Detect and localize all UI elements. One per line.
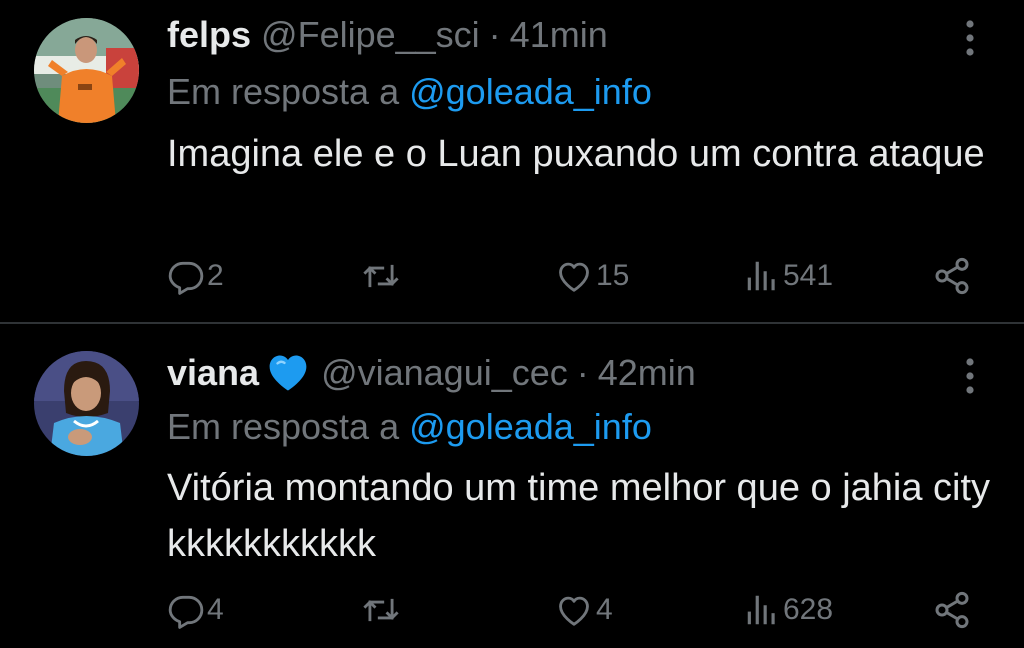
retweet-button[interactable]: [360, 588, 404, 632]
reply-to-link[interactable]: @goleada_info: [409, 406, 652, 447]
action-bar: 2 15 541: [0, 254, 1024, 298]
reply-context: Em resposta a @goleada_info: [167, 70, 652, 114]
more-options-icon[interactable]: [956, 16, 984, 60]
reply-context: Em resposta a @goleada_info: [167, 405, 652, 449]
reply-to-link[interactable]: @goleada_info: [409, 71, 652, 112]
tweet[interactable]: viana @vianagui_cec · 42min Em resposta …: [0, 324, 1024, 648]
share-icon: [935, 257, 969, 295]
retweet-icon: [363, 598, 399, 622]
like-button[interactable]: 15: [554, 254, 629, 298]
share-icon: [935, 591, 969, 629]
tweet[interactable]: felps @Felipe__sci · 41min Em resposta a…: [0, 0, 1024, 322]
share-button[interactable]: [932, 588, 972, 632]
display-name[interactable]: viana: [167, 351, 259, 395]
tweet-header: viana @vianagui_cec · 42min: [167, 351, 696, 395]
reply-prefix: Em resposta a: [167, 71, 400, 112]
tweet-header: felps @Felipe__sci · 41min: [167, 13, 608, 57]
like-button[interactable]: 4: [554, 588, 613, 632]
timestamp[interactable]: 41min: [510, 13, 608, 57]
avatar[interactable]: [34, 18, 139, 123]
heart-icon: [559, 596, 589, 626]
timestamp[interactable]: 42min: [598, 351, 696, 395]
reply-button[interactable]: 2: [167, 254, 224, 298]
reply-icon: [168, 595, 204, 629]
heart-icon: [559, 262, 589, 292]
tweet-text: Imagina ele e o Luan puxando um contra a…: [167, 133, 985, 175]
avatar-image: [34, 351, 139, 456]
separator-dot: ·: [576, 352, 589, 393]
reply-button[interactable]: 4: [167, 588, 224, 632]
views-count: 628: [783, 593, 834, 626]
views-button[interactable]: 628: [743, 588, 833, 632]
views-button[interactable]: 541: [743, 254, 833, 298]
reply-icon: [168, 261, 204, 295]
separator-dot: ·: [488, 14, 501, 55]
share-button[interactable]: [932, 254, 972, 298]
action-bar: 4 4 628: [0, 588, 1024, 632]
reply-count: 4: [207, 593, 224, 626]
avatar[interactable]: [34, 351, 139, 456]
reply-prefix: Em resposta a: [167, 406, 400, 447]
like-count: 15: [596, 259, 630, 292]
reply-count: 2: [207, 259, 224, 292]
user-handle[interactable]: @Felipe__sci: [261, 13, 480, 57]
like-count: 4: [596, 593, 613, 626]
tweet-text: Vitória montando um time melhor que o ja…: [167, 467, 991, 565]
retweet-button[interactable]: [360, 254, 404, 298]
blue-heart-icon: [269, 355, 307, 391]
views-count: 541: [783, 259, 834, 292]
retweet-icon: [363, 264, 399, 288]
views-icon: [747, 595, 775, 625]
more-options-icon[interactable]: [956, 354, 984, 398]
avatar-image: [34, 18, 139, 123]
display-name[interactable]: felps: [167, 13, 251, 57]
user-handle[interactable]: @vianagui_cec: [321, 351, 568, 395]
views-icon: [747, 261, 775, 291]
